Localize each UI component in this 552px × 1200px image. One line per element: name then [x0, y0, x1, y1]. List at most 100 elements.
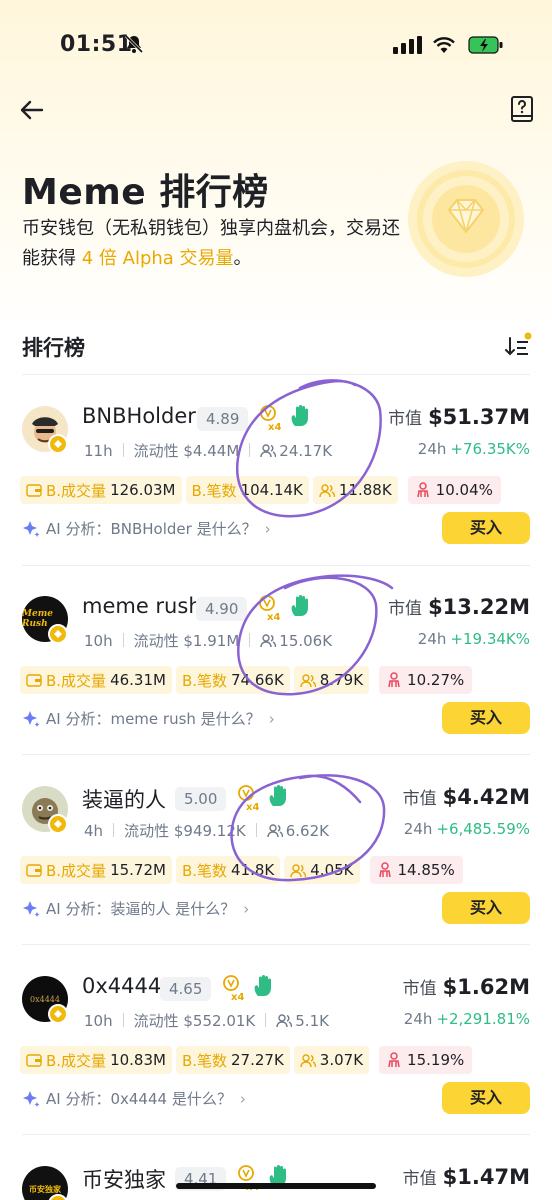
- hand-wave-icon: [254, 975, 271, 996]
- bnb-badge-icon: [48, 434, 68, 454]
- wallet-icon: [26, 1054, 42, 1067]
- stat-traders: 4.05K: [284, 856, 360, 884]
- stat-traders: 11.88K: [312, 476, 398, 504]
- svg-text:x4: x4: [231, 992, 244, 1002]
- stat-volume: B.成交量 15.72M: [20, 856, 172, 884]
- wallet-icon: [26, 484, 42, 497]
- token-name: 0x4444: [82, 974, 162, 998]
- home-indicator: [176, 1183, 376, 1189]
- stats-row: B.成交量 46.31M B.笔数 74.66K 8.79K 10.27%: [20, 666, 473, 694]
- token-score: 4.89: [197, 407, 249, 431]
- ai-analysis-link[interactable]: AI 分析： 0x4444 是什么？ ›: [22, 1088, 246, 1109]
- stat-count: B.笔数 27.27K: [175, 1046, 290, 1074]
- alpha-x4-icon: x4: [259, 595, 280, 622]
- chevron-right-icon: ›: [268, 709, 275, 728]
- market-cap: 市值 $4.42M: [402, 785, 530, 809]
- holders-icon: [276, 1014, 293, 1028]
- sparkle-icon: [23, 710, 40, 727]
- stats-row: B.成交量 10.83M B.笔数 27.27K 3.07K 15.19%: [20, 1046, 473, 1074]
- holders-icon: [260, 444, 277, 458]
- chevron-right-icon: ›: [243, 899, 250, 918]
- buy-button[interactable]: 买入: [442, 892, 530, 924]
- chevron-right-icon: ›: [239, 1089, 246, 1108]
- stats-row: B.成交量 126.03M B.笔数 104.14K 11.88K 10.04%: [20, 476, 501, 504]
- person-icon: [388, 1052, 400, 1068]
- ai-analysis-link[interactable]: AI 分析： 装逼的人 是什么？ ›: [22, 898, 249, 919]
- sparkle-icon: [23, 900, 40, 917]
- hand-wave-icon: [291, 405, 308, 426]
- holders-icon: [267, 824, 283, 838]
- token-meta: 11h 流动性 $4.44M 24.17K: [84, 442, 333, 460]
- stats-row: B.成交量 15.72M B.笔数 41.8K 4.05K 14.85%: [20, 856, 463, 884]
- page-description: 币安钱包（无私钥钱包）独享内盘机会，交易还能获得 4 倍 Alpha 交易量。: [22, 218, 400, 269]
- token-card[interactable]: 币安独家 币安独家 4.41 x4 市值$1.47M: [0, 1140, 552, 1200]
- wallet-icon: [26, 674, 42, 687]
- traders-icon: [290, 863, 307, 877]
- market-cap: 市值 $13.22M: [388, 595, 530, 619]
- token-card[interactable]: 装逼的人 5.00 x4 4h 流动性 $949.12K 6.62K 市值 $4.42…: [0, 760, 552, 950]
- token-name: BNBHolder: [82, 404, 196, 428]
- diamond-badge-icon: [408, 161, 524, 277]
- stat-volume: B.成交量 126.03M: [20, 476, 182, 504]
- change-24h: 24h +6,485.59%: [403, 820, 530, 838]
- sort-icon[interactable]: [502, 332, 532, 360]
- traders-icon: [300, 1053, 316, 1067]
- person-icon: [378, 862, 391, 878]
- change-24h: 24h +2,291.81%: [403, 1010, 530, 1028]
- chevron-right-icon: ›: [264, 519, 271, 538]
- status-bar: 01:51: [0, 0, 552, 92]
- market-cap: 市值 $1.62M: [402, 975, 530, 999]
- ai-analysis-link[interactable]: AI 分析： BNBHolder 是什么？ ›: [22, 518, 271, 539]
- traders-icon: [319, 483, 335, 497]
- stat-ratio: 10.04%: [407, 476, 501, 504]
- stat-ratio: 14.85%: [369, 856, 463, 884]
- token-card[interactable]: Meme Rush meme rush 4.90 x4 10h 流动性 $1.91…: [0, 570, 552, 760]
- token-avatar: [22, 406, 68, 454]
- divider: [22, 374, 530, 375]
- token-avatar: 币安独家: [22, 1166, 68, 1200]
- bell-muted-icon: [124, 34, 144, 54]
- sparkle-icon: [23, 520, 40, 537]
- token-meta: 10h 流动性 $1.91M 15.06K: [84, 632, 333, 650]
- battery-charging-icon: [468, 36, 503, 54]
- stat-count: B.笔数 41.8K: [175, 856, 281, 884]
- stat-traders: 3.07K: [293, 1046, 370, 1074]
- ranking-title: 排行榜: [22, 336, 85, 360]
- divider: [22, 565, 530, 566]
- divider: [22, 754, 530, 755]
- token-name: meme rush: [82, 594, 202, 618]
- token-card[interactable]: BNBHolder 4.89 x4 11h 流动性 $4.44M 24.17K 市值…: [0, 380, 552, 570]
- traders-icon: [300, 673, 316, 687]
- nav-bar: [0, 92, 552, 128]
- person-icon: [388, 672, 400, 688]
- svg-text:x4: x4: [246, 802, 259, 812]
- ai-analysis-link[interactable]: AI 分析： meme rush 是什么？ ›: [22, 708, 275, 729]
- stat-count: B.笔数 104.14K: [185, 476, 309, 504]
- alpha-x4-icon: x4: [223, 975, 244, 1002]
- stat-volume: B.成交量 46.31M: [20, 666, 172, 694]
- hand-wave-icon: [291, 595, 308, 616]
- alpha-x4-icon: x4: [238, 785, 259, 812]
- stat-volume: B.成交量 10.83M: [20, 1046, 172, 1074]
- token-name: 币安独家: [82, 1168, 166, 1192]
- back-arrow-icon[interactable]: [18, 96, 46, 124]
- person-icon: [416, 482, 429, 498]
- token-score: 5.00: [175, 787, 227, 811]
- svg-text:x4: x4: [268, 422, 281, 432]
- token-card[interactable]: 0x4444 0x4444 4.65 x4 10h 流动性 $552.01K 5.1…: [0, 950, 552, 1140]
- status-time: 01:51: [60, 32, 133, 57]
- change-24h: 24h +76.35K%: [417, 440, 530, 458]
- market-cap: 市值 $1.47M: [402, 1165, 530, 1189]
- divider: [22, 944, 530, 945]
- buy-button[interactable]: 买入: [442, 1082, 530, 1114]
- token-name: 装逼的人: [82, 788, 166, 812]
- buy-button[interactable]: 买入: [442, 512, 530, 544]
- token-meta: 10h 流动性 $552.01K 5.1K: [84, 1012, 329, 1030]
- bnb-badge-icon: [48, 814, 68, 834]
- buy-button[interactable]: 买入: [442, 702, 530, 734]
- stat-count: B.笔数 74.66K: [175, 666, 290, 694]
- help-book-icon[interactable]: [508, 94, 536, 124]
- stat-ratio: 15.19%: [379, 1046, 473, 1074]
- bnb-badge-icon: [48, 624, 68, 644]
- token-score: 4.90: [196, 597, 248, 621]
